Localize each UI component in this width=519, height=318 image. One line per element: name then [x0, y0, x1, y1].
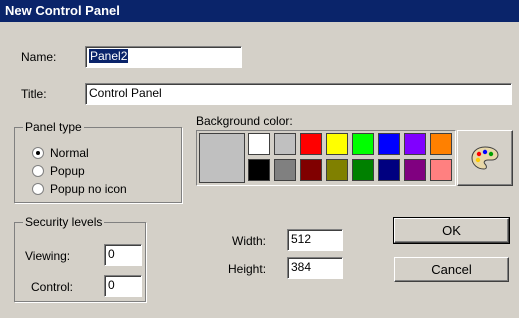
radio-popup[interactable]: Popup — [32, 164, 85, 178]
viewing-label: Viewing: — [25, 249, 71, 263]
color-swatch[interactable] — [274, 159, 296, 181]
height-input[interactable]: 384 — [287, 257, 343, 279]
security-levels-label: Security levels — [23, 215, 105, 229]
color-swatch[interactable] — [352, 133, 374, 155]
title-bar[interactable]: New Control Panel — [0, 0, 519, 22]
name-label: Name: — [21, 50, 57, 64]
palette-icon — [471, 146, 499, 170]
custom-color-button[interactable] — [457, 130, 513, 186]
color-swatch[interactable] — [326, 133, 348, 155]
color-swatch[interactable] — [430, 133, 452, 155]
color-swatch[interactable] — [352, 159, 374, 181]
cancel-button[interactable]: Cancel — [394, 257, 509, 282]
radio-popup-no-icon-label: Popup no icon — [50, 182, 127, 196]
height-label: Height: — [228, 262, 267, 276]
new-control-panel-dialog: New Control Panel Name: Panel2 Title: Co… — [0, 0, 519, 318]
radio-popup-no-icon[interactable]: Popup no icon — [32, 182, 127, 196]
radio-popup-indicator — [32, 165, 44, 177]
width-label: Width: — [232, 234, 267, 248]
control-label: Control: — [31, 280, 74, 294]
width-input[interactable]: 512 — [287, 229, 343, 251]
background-color-label: Background color: — [196, 114, 293, 128]
name-input[interactable]: Panel2 — [85, 46, 242, 68]
radio-normal[interactable]: Normal — [32, 146, 89, 160]
color-swatch[interactable] — [378, 159, 400, 181]
control-input[interactable]: 0 — [104, 275, 142, 297]
title-label: Title: — [21, 87, 47, 101]
color-swatch[interactable] — [378, 133, 400, 155]
radio-normal-indicator — [32, 147, 44, 159]
color-swatch[interactable] — [248, 133, 270, 155]
color-swatch[interactable] — [404, 159, 426, 181]
panel-type-label: Panel type — [23, 120, 84, 134]
color-swatch[interactable] — [248, 159, 270, 181]
radio-normal-label: Normal — [50, 146, 89, 160]
name-value: Panel2 — [89, 49, 129, 63]
color-swatch[interactable] — [300, 159, 322, 181]
color-swatch[interactable] — [274, 133, 296, 155]
color-swatch[interactable] — [300, 133, 322, 155]
radio-popup-label: Popup — [50, 164, 85, 178]
current-color-swatch — [199, 133, 245, 183]
viewing-input[interactable]: 0 — [104, 244, 142, 266]
color-swatch[interactable] — [404, 133, 426, 155]
radio-popup-no-icon-indicator — [32, 183, 44, 195]
color-swatch[interactable] — [326, 159, 348, 181]
title-input[interactable]: Control Panel — [85, 83, 512, 105]
dialog-title: New Control Panel — [5, 3, 120, 18]
ok-button[interactable]: OK — [393, 217, 510, 244]
color-swatch[interactable] — [430, 159, 452, 181]
